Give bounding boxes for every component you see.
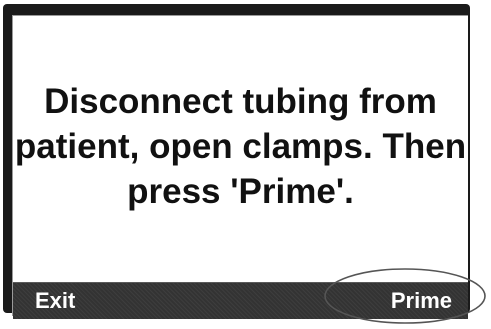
display-screen: Disconnect tubing from patient, open cla… xyxy=(12,15,468,319)
instruction-line-3: press 'Prime'. xyxy=(127,172,354,211)
exit-softkey[interactable]: Exit xyxy=(35,283,75,319)
instruction-message: Disconnect tubing from patient, open cla… xyxy=(13,79,468,214)
instruction-line-1: Disconnect tubing from xyxy=(44,82,437,121)
prime-softkey[interactable]: Prime xyxy=(391,283,452,319)
device-frame: Disconnect tubing from patient, open cla… xyxy=(3,4,470,319)
softkey-bar: Exit Prime xyxy=(13,282,468,319)
instruction-line-2: patient, open clamps. Then xyxy=(14,127,467,166)
